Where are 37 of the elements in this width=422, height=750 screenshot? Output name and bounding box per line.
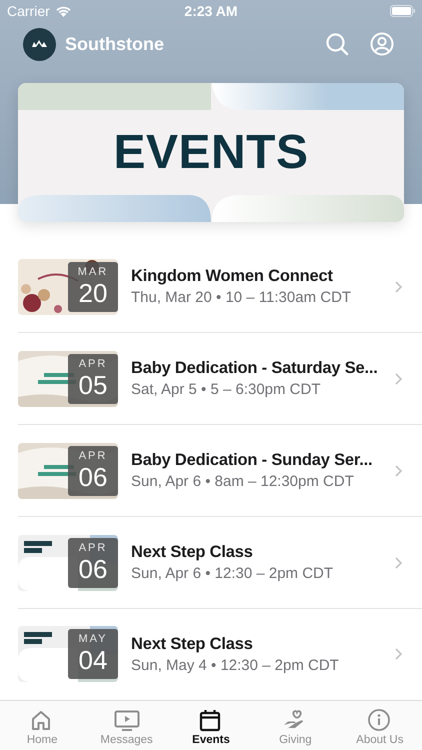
clock-time: 2:23 AM bbox=[183, 3, 239, 19]
chevron-icon bbox=[395, 648, 402, 660]
event-title: Baby Dedication - Saturday Se... bbox=[131, 359, 379, 378]
badge-day: 06 bbox=[78, 462, 108, 490]
app-title: Southstone bbox=[65, 34, 164, 54]
chevron-icon bbox=[395, 464, 402, 476]
event-title: Kingdom Women Connect bbox=[131, 267, 334, 286]
event-title: Next Step Class bbox=[131, 634, 254, 654]
event-time: Sun, May 4 • 12:30 – 2pm CDT bbox=[131, 656, 340, 674]
carrier-label: Carrier bbox=[7, 3, 50, 19]
badge-month: MAR bbox=[78, 266, 108, 278]
badge-day: 04 bbox=[78, 646, 108, 674]
profile-icon[interactable] bbox=[370, 32, 394, 56]
badge-day: 06 bbox=[78, 554, 108, 582]
badge-day: 20 bbox=[78, 278, 108, 306]
badge-month: MAY bbox=[78, 633, 108, 646]
tv-icon[interactable] bbox=[114, 708, 140, 732]
event-time: Sat, Apr 5 • 5 – 6:30pm CDT bbox=[131, 381, 322, 398]
event-title: Next Step Class bbox=[131, 543, 254, 562]
search-icon[interactable] bbox=[325, 32, 349, 56]
event-time: Sun, Apr 6 • 12:30 – 2pm CDT bbox=[131, 565, 334, 582]
event-time: Sun, Apr 6 • 8am – 12:30pm CDT bbox=[131, 473, 355, 490]
event-title: Baby Dedication - Sunday Ser... bbox=[131, 451, 374, 470]
badge-day: 05 bbox=[78, 370, 108, 398]
chevron-icon bbox=[395, 372, 402, 384]
badge-month: APR bbox=[78, 450, 108, 462]
banner-title: EVENTS bbox=[112, 124, 310, 180]
logo-icon[interactable] bbox=[23, 28, 56, 60]
wifi-icon bbox=[54, 5, 72, 17]
battery-icon bbox=[390, 5, 416, 17]
event-time: Thu, Mar 20 • 10 – 11:30am CDT bbox=[131, 289, 352, 306]
info-icon[interactable] bbox=[366, 708, 393, 732]
badge-month: APR bbox=[78, 542, 108, 554]
chevron-icon bbox=[395, 280, 402, 292]
tab-item[interactable]: Events bbox=[168, 701, 254, 750]
chevron-icon bbox=[395, 556, 402, 568]
badge-month: APR bbox=[78, 358, 108, 370]
